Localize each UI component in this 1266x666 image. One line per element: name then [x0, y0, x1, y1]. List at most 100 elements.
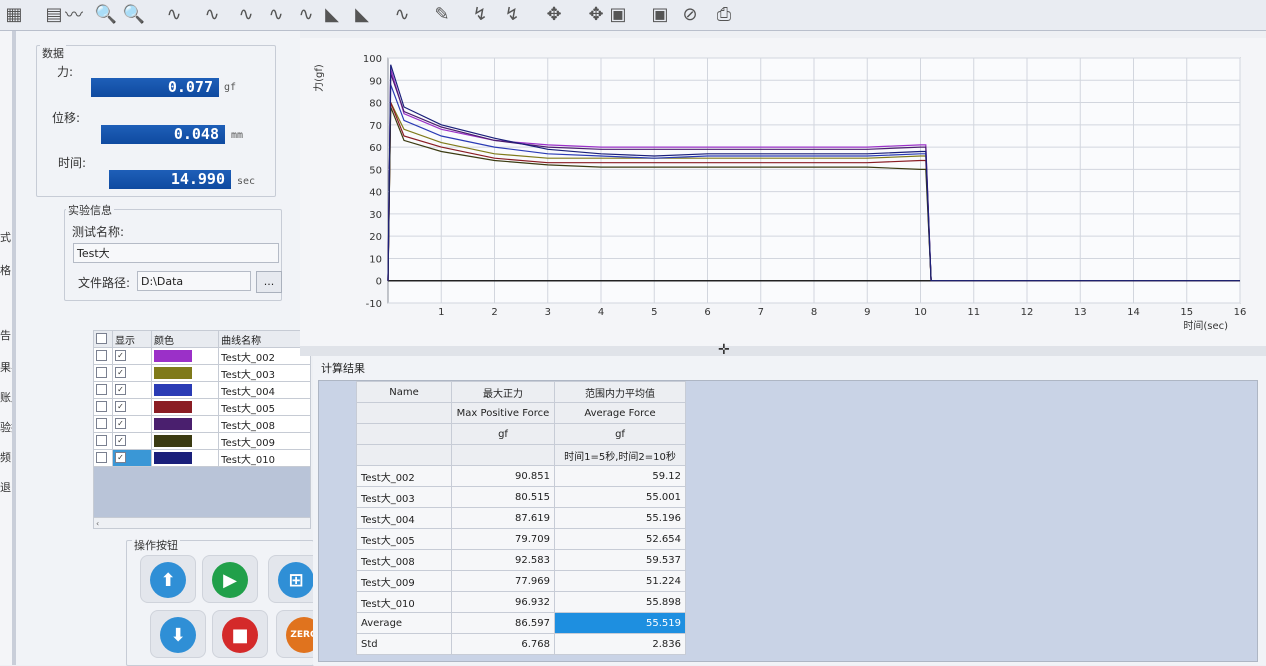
browse-button[interactable]: ... — [256, 271, 282, 293]
result-row[interactable]: Test大_010 96.932 55.898 — [356, 591, 686, 613]
color-cell[interactable] — [151, 398, 220, 416]
tool-icon-2[interactable]: ↯ — [466, 2, 494, 26]
row-select-checkbox[interactable] — [96, 401, 107, 413]
row-select-checkbox[interactable] — [96, 418, 107, 430]
result-avg[interactable]: 55.898 — [554, 591, 686, 613]
result-name: Test大_008 — [356, 549, 452, 571]
result-row[interactable]: Test大_008 92.583 59.537 — [356, 549, 686, 571]
color-cell[interactable] — [151, 347, 220, 365]
row-select-checkbox[interactable] — [96, 350, 107, 362]
result-avg[interactable]: 59.12 — [554, 465, 686, 487]
zoom-in-icon[interactable]: 🔍 — [92, 2, 120, 26]
test-name-input[interactable]: Test大 — [73, 243, 279, 263]
wave-icon-7[interactable]: ◣ — [348, 2, 376, 26]
row-select-checkbox[interactable] — [96, 384, 107, 396]
y-tick-label: 0 — [376, 277, 382, 288]
result-avg[interactable]: 59.537 — [554, 549, 686, 571]
wave-icon-6[interactable]: ◣ — [318, 2, 346, 26]
tool-icon-7[interactable]: ▣ — [646, 2, 674, 26]
result-avg[interactable]: 55.001 — [554, 486, 686, 508]
show-checkbox[interactable]: ✓ — [115, 350, 126, 362]
tool-icon-6[interactable]: ▣ — [604, 2, 632, 26]
curve-row[interactable]: ✓ Test大_002 — [93, 347, 311, 365]
move-down-button[interactable]: ⬇ — [150, 610, 206, 658]
wave-icon-3[interactable]: ∿ — [232, 2, 260, 26]
curve-row[interactable]: ✓ Test大_003 — [93, 364, 311, 382]
result-row[interactable]: Test大_009 77.969 51.224 — [356, 570, 686, 592]
tool-icon-4[interactable]: ✥ — [540, 2, 568, 26]
show-checkbox[interactable]: ✓ — [115, 401, 126, 413]
result-max: 96.932 — [451, 591, 555, 613]
result-row[interactable]: Test大_002 90.851 59.12 — [356, 465, 686, 487]
start-button[interactable]: ▶ — [202, 555, 258, 603]
color-cell[interactable] — [151, 381, 220, 399]
row-select-checkbox[interactable] — [96, 435, 107, 447]
nav-item[interactable]: 式 — [0, 229, 11, 245]
result-row[interactable]: Test大_004 87.619 55.196 — [356, 507, 686, 529]
show-checkbox[interactable]: ✓ — [115, 418, 126, 430]
curve-row[interactable]: ✓ Test大_010 — [93, 449, 311, 467]
horizontal-splitter[interactable]: ✛ — [300, 342, 1266, 358]
col-avg-cn: 范围内力平均值 — [554, 381, 686, 403]
x-tick-label: 3 — [545, 307, 551, 318]
wave-icon-2[interactable]: ∿ — [198, 2, 226, 26]
nav-item[interactable]: 频 — [0, 449, 11, 465]
curve-row[interactable]: ✓ Test大_009 — [93, 432, 311, 450]
table-icon[interactable]: ▦ — [0, 2, 28, 26]
curve-row[interactable]: ✓ Test大_004 — [93, 381, 311, 399]
show-checkbox[interactable]: ✓ — [115, 452, 126, 464]
result-row[interactable]: Test大_003 80.515 55.001 — [356, 486, 686, 508]
tool-icon-3[interactable]: ↯ — [498, 2, 526, 26]
tool-icon-1[interactable]: ✎ — [428, 2, 456, 26]
show-checkbox[interactable]: ✓ — [115, 435, 126, 447]
curve-row[interactable]: ✓ Test大_005 — [93, 398, 311, 416]
result-name: Test大_003 — [356, 486, 452, 508]
stop-button[interactable]: ■ — [212, 610, 268, 658]
x-tick-label: 7 — [758, 307, 764, 318]
color-swatch — [154, 350, 193, 362]
table-hscrollbar[interactable]: ‹ — [93, 517, 311, 529]
wave-icon-8[interactable]: ∿ — [388, 2, 416, 26]
result-row[interactable]: Std 6.768 2.836 — [356, 633, 686, 655]
color-cell[interactable] — [151, 415, 220, 433]
exp-info-title: 实验信息 — [66, 202, 114, 218]
select-all-checkbox[interactable] — [96, 333, 107, 345]
result-avg[interactable]: 55.196 — [554, 507, 686, 529]
zoom-out-icon[interactable]: 🔍 — [120, 2, 148, 26]
stop-sign-icon[interactable]: ⊘ — [676, 2, 704, 26]
color-cell[interactable] — [151, 364, 220, 382]
color-cell[interactable] — [151, 449, 220, 467]
show-cell: ✓ — [111, 364, 153, 382]
result-avg[interactable]: 2.836 — [554, 633, 686, 655]
print-icon[interactable]: ⎙ — [710, 2, 738, 26]
displacement-value: 0.048 — [101, 125, 225, 144]
y-tick-label: 30 — [369, 210, 382, 221]
nav-item[interactable]: 格 — [0, 262, 11, 278]
row-select-cell — [93, 432, 113, 450]
result-avg[interactable]: 52.654 — [554, 528, 686, 550]
wave-icon-4[interactable]: ∿ — [262, 2, 290, 26]
result-avg[interactable]: 51.224 — [554, 570, 686, 592]
y-tick-label: 40 — [369, 188, 382, 199]
color-cell[interactable] — [151, 432, 220, 450]
result-avg[interactable]: 55.519 — [554, 612, 686, 634]
result-row[interactable]: Test大_005 79.709 52.654 — [356, 528, 686, 550]
nav-item[interactable]: 告 — [0, 327, 11, 343]
show-checkbox[interactable]: ✓ — [115, 367, 126, 379]
wave-icon-1[interactable]: ∿ — [160, 2, 188, 26]
row-select-checkbox[interactable] — [96, 367, 107, 379]
curve-name: Test大_005 — [218, 398, 311, 416]
arrow-down-icon: ⬇ — [160, 617, 196, 653]
show-checkbox[interactable]: ✓ — [115, 384, 126, 396]
result-row[interactable]: Average 86.597 55.519 — [356, 612, 686, 634]
curve-row[interactable]: ✓ Test大_008 — [93, 415, 311, 433]
file-path-input[interactable]: D:\Data — [137, 271, 251, 291]
row-select-checkbox[interactable] — [96, 452, 107, 464]
force-value: 0.077 — [91, 78, 219, 97]
fit-view-icon: ⊞ — [278, 562, 314, 598]
y-tick-label: 80 — [369, 99, 382, 110]
result-max: 77.969 — [451, 570, 555, 592]
move-up-button[interactable]: ⬆ — [140, 555, 196, 603]
wave-icon-5[interactable]: ∿ — [292, 2, 320, 26]
chart-icon[interactable]: 〰 — [60, 2, 88, 26]
